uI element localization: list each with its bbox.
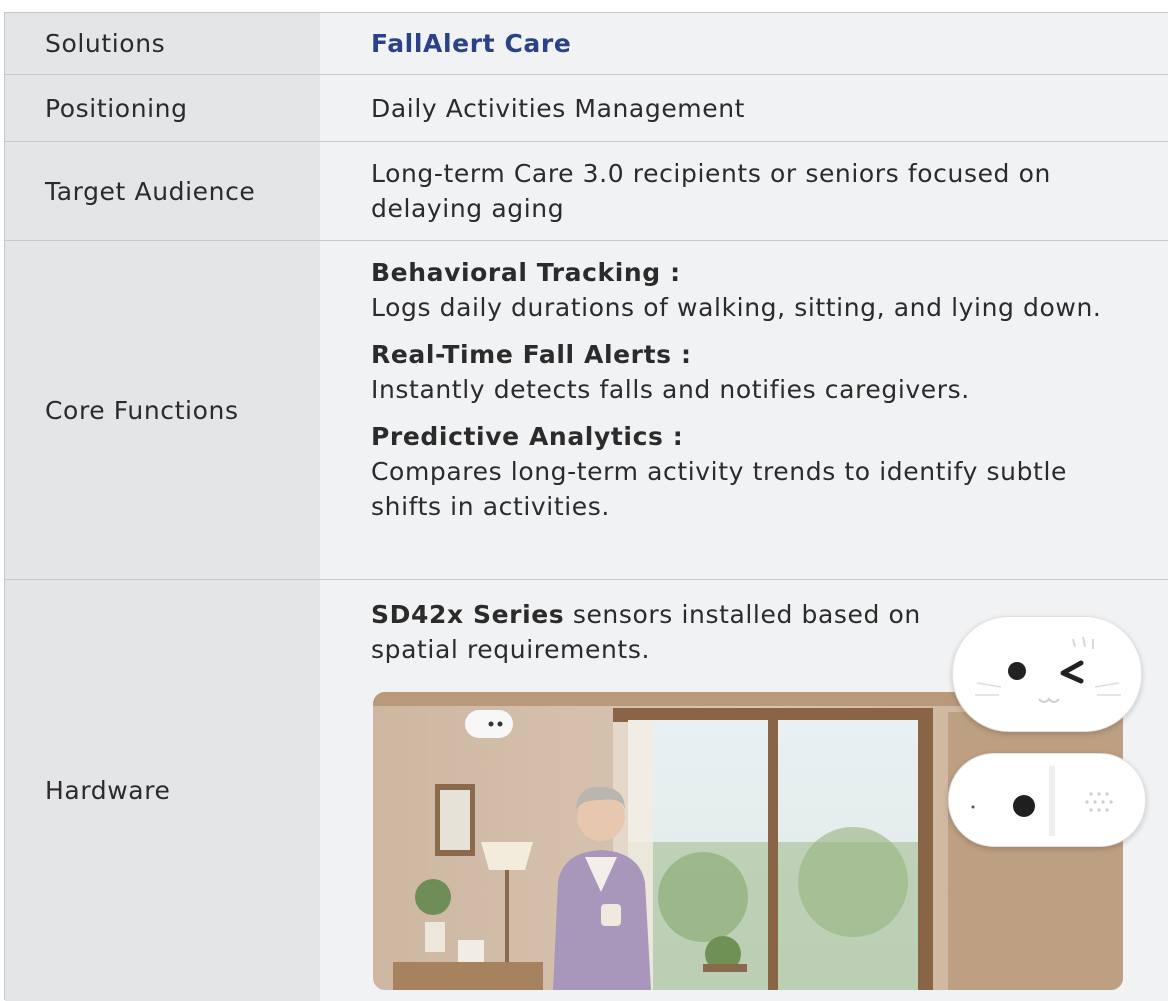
hardware-series: SD42x Series: [371, 600, 565, 629]
function-item: Real-Time Fall Alerts : Instantly detect…: [371, 337, 1128, 407]
function-title: Real-Time Fall Alerts :: [371, 340, 692, 369]
row-value: SD42x Series sensors installed based on …: [320, 580, 1168, 1001]
row-value: Behavioral Tracking : Logs daily duratio…: [320, 241, 1168, 579]
function-item: Behavioral Tracking : Logs daily duratio…: [371, 255, 1128, 325]
table-row-positioning: Positioning Daily Activities Management: [5, 75, 1168, 142]
row-label: Solutions: [5, 13, 320, 74]
row-value: Long-term Care 3.0 recipients or seniors…: [320, 142, 1168, 240]
row-value: Daily Activities Management: [320, 75, 1168, 141]
row-value: FallAlert Care: [320, 13, 1168, 74]
function-description: Logs daily durations of walking, sitting…: [371, 293, 1102, 322]
product-name: FallAlert Care: [371, 29, 572, 58]
table-row-core-functions: Core Functions Behavioral Tracking : Log…: [5, 241, 1168, 580]
table-row-hardware: Hardware SD42x Series sensors installed …: [5, 580, 1168, 1001]
round-sensor-icon: [948, 753, 1146, 847]
function-item: Predictive Analytics : Compares long-ter…: [371, 419, 1128, 524]
row-label: Target Audience: [5, 142, 320, 240]
function-description: Compares long-term activity trends to id…: [371, 457, 1067, 521]
table-row-solutions: Solutions FallAlert Care: [5, 13, 1168, 75]
product-spec-table: Solutions FallAlert Care Positioning Dai…: [4, 12, 1168, 1001]
table-row-target-audience: Target Audience Long-term Care 3.0 recip…: [5, 142, 1168, 241]
function-title: Predictive Analytics :: [371, 422, 684, 451]
hardware-description: SD42x Series sensors installed based on …: [371, 597, 951, 667]
function-title: Behavioral Tracking :: [371, 258, 681, 287]
function-description: Instantly detects falls and notifies car…: [371, 375, 970, 404]
row-label: Hardware: [5, 580, 320, 1001]
row-label: Positioning: [5, 75, 320, 141]
cat-face-sensor-icon: [952, 616, 1142, 732]
row-label: Core Functions: [5, 241, 320, 579]
